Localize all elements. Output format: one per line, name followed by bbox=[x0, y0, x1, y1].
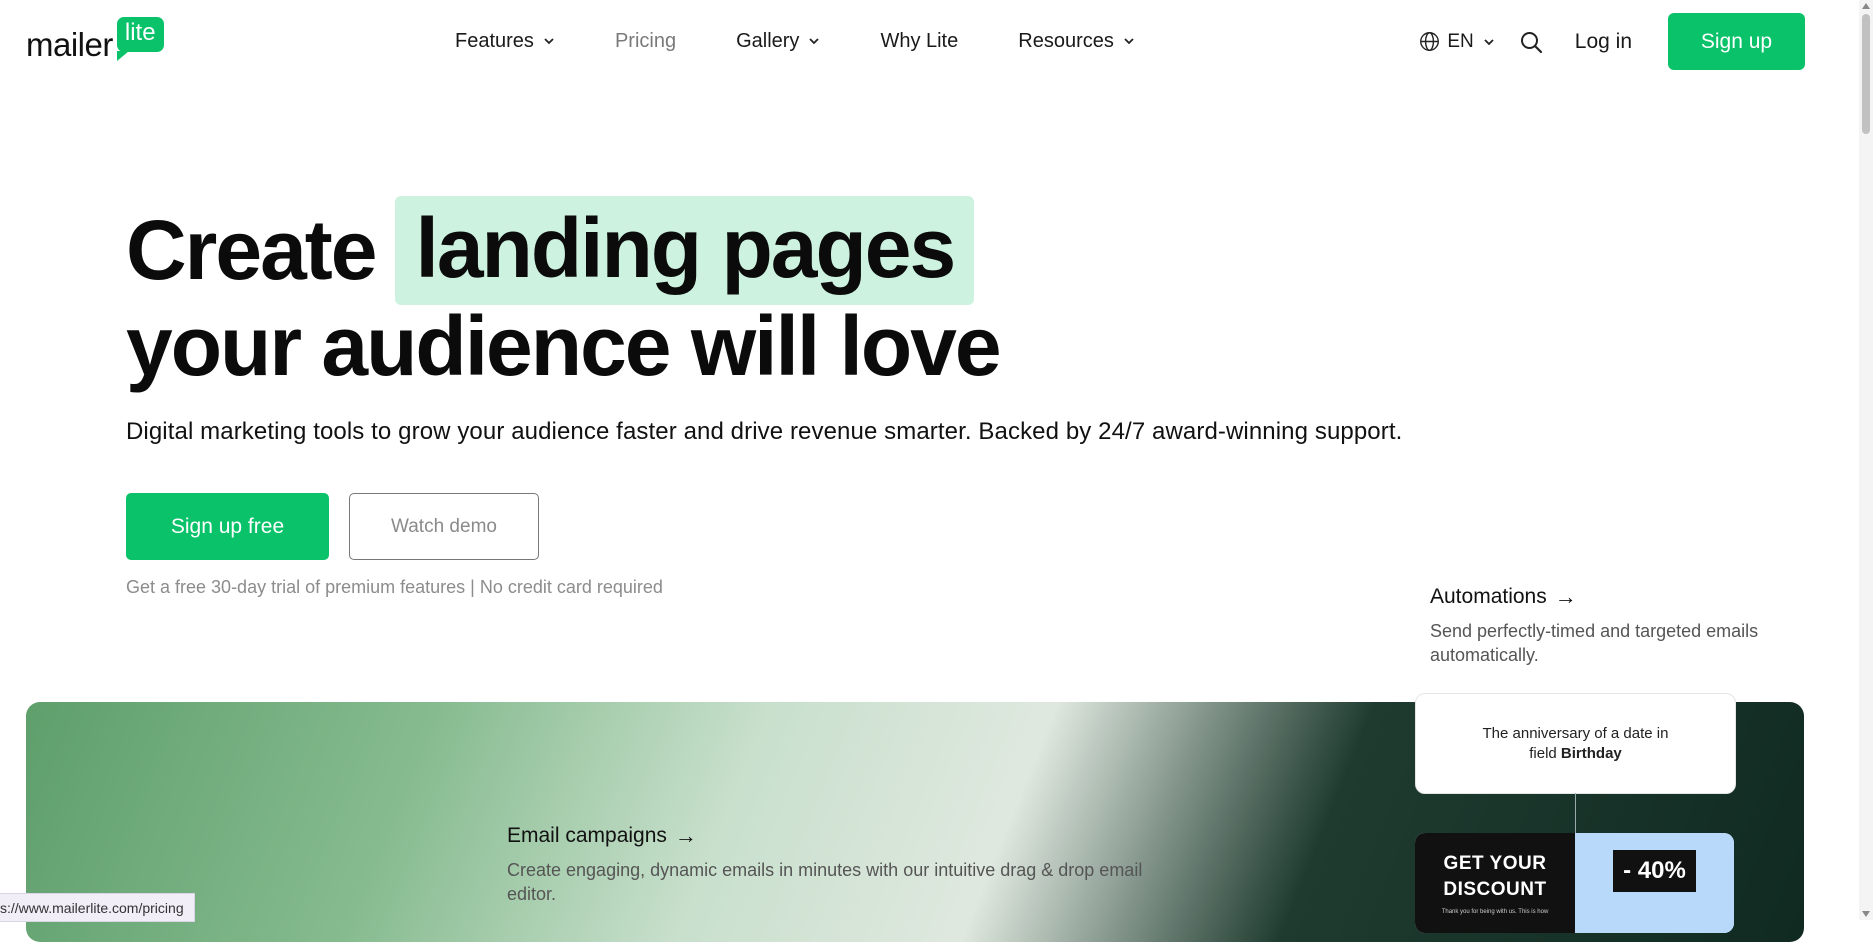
arrow-right-icon: → bbox=[674, 823, 697, 848]
trial-note: Get a free 30-day trial of premium featu… bbox=[126, 577, 663, 597]
search-button[interactable] bbox=[1519, 29, 1545, 55]
nav-features-label: Features bbox=[455, 29, 534, 52]
automation-trigger-card: The anniversary of a date in field Birth… bbox=[1415, 693, 1736, 794]
email-preview-card: GET YOUR DISCOUNT Thank you for being wi… bbox=[1415, 833, 1734, 933]
nav-pricing[interactable]: Pricing bbox=[615, 24, 676, 58]
nav-pricing-label: Pricing bbox=[614, 29, 677, 52]
email-campaigns-title: Email campaigns bbox=[507, 824, 667, 847]
login-link[interactable]: Log in bbox=[1575, 30, 1632, 54]
trigger-card-line1: The anniversary of a date in bbox=[1482, 724, 1669, 742]
main-nav: Features Pricing Gallery Why Lite Resour… bbox=[455, 24, 1195, 58]
chevron-down-icon bbox=[1484, 38, 1494, 45]
trigger-card-field: Birthday bbox=[1560, 744, 1622, 762]
email-campaigns-link[interactable]: Email campaigns → bbox=[507, 823, 1147, 849]
language-label: EN bbox=[1447, 30, 1474, 52]
logo-word: mailer bbox=[26, 26, 113, 63]
automations-feature: Automations → Send perfectly-timed and t… bbox=[1430, 584, 1760, 667]
scroll-down-arrow-icon[interactable] bbox=[1862, 911, 1870, 917]
email-preview-headline-2: DISCOUNT bbox=[1443, 879, 1547, 900]
nav-why-lite-label: Why Lite bbox=[880, 29, 959, 52]
automations-link[interactable]: Automations → bbox=[1430, 584, 1760, 610]
scroll-up-arrow-icon[interactable] bbox=[1862, 3, 1870, 9]
arrow-right-icon: → bbox=[1554, 584, 1577, 609]
scroll-thumb[interactable] bbox=[1862, 14, 1870, 134]
trigger-card-line2: field Birthday bbox=[1529, 744, 1622, 764]
trigger-card-prefix: field bbox=[1529, 744, 1561, 762]
email-preview-left: GET YOUR DISCOUNT Thank you for being wi… bbox=[1415, 833, 1575, 933]
hero-title-start: Create bbox=[126, 203, 377, 297]
signup-button[interactable]: Sign up bbox=[1668, 13, 1805, 70]
nav-resources[interactable]: Resources bbox=[1018, 24, 1135, 58]
workflow-connector bbox=[1575, 793, 1576, 833]
email-preview-small-text: Thank you for being with us. This is how bbox=[1441, 909, 1549, 915]
email-campaigns-feature: Email campaigns → Create engaging, dynam… bbox=[507, 823, 1147, 906]
nav-why-lite[interactable]: Why Lite bbox=[880, 24, 958, 58]
nav-gallery[interactable]: Gallery bbox=[736, 24, 820, 58]
header-actions: EN Log in Sign up bbox=[1419, 13, 1805, 70]
hero-title-line2: your audience will love bbox=[126, 299, 1002, 393]
search-icon bbox=[1520, 31, 1542, 53]
nav-features[interactable]: Features bbox=[455, 24, 555, 58]
automations-description: Send perfectly-timed and targeted emails… bbox=[1430, 621, 1759, 665]
hero-subtitle: Digital marketing tools to grow your aud… bbox=[126, 418, 1403, 445]
automations-title: Automations bbox=[1430, 585, 1547, 608]
email-preview-right: - 40% bbox=[1575, 833, 1734, 933]
hero-title-line1: Create landing pages bbox=[126, 196, 975, 305]
discount-tag: - 40% bbox=[1613, 850, 1696, 892]
globe-icon bbox=[1420, 32, 1440, 51]
email-preview-headline-1: GET YOUR bbox=[1443, 853, 1547, 874]
watch-demo-button[interactable]: Watch demo bbox=[349, 493, 539, 560]
nav-gallery-label: Gallery bbox=[736, 29, 800, 52]
chevron-down-icon bbox=[544, 38, 554, 45]
hero-title-highlight: landing pages bbox=[395, 196, 975, 305]
email-campaigns-description: Create engaging, dynamic emails in minut… bbox=[507, 860, 1143, 904]
logo-badge: lite bbox=[116, 17, 164, 61]
link-status-bar: s://www.mailerlite.com/pricing bbox=[0, 893, 195, 922]
page-scrollbar[interactable] bbox=[1859, 0, 1873, 920]
chevron-down-icon bbox=[809, 38, 820, 45]
nav-resources-label: Resources bbox=[1018, 29, 1114, 52]
signup-free-button[interactable]: Sign up free bbox=[126, 493, 329, 560]
mailerlite-logo[interactable]: mailer lite bbox=[26, 17, 164, 64]
chevron-down-icon bbox=[1124, 38, 1134, 45]
language-selector[interactable]: EN bbox=[1419, 31, 1494, 53]
